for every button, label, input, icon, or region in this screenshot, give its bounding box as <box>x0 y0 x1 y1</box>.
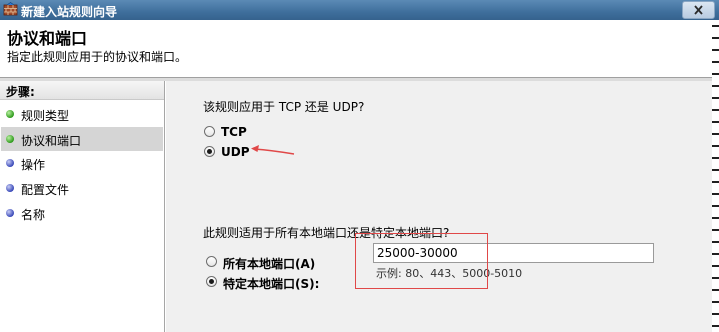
all-ports-radio[interactable] <box>206 256 217 267</box>
step-action[interactable]: 操作 <box>1 151 163 175</box>
page-title: 协议和端口 <box>7 29 88 48</box>
window-title: 新建入站规则向导 <box>21 5 118 19</box>
page-subtitle: 指定此规则应用于的协议和端口。 <box>7 50 188 64</box>
step-rule-type[interactable]: 规则类型 <box>1 102 163 126</box>
step-profile[interactable]: 配置文件 <box>1 176 163 200</box>
step-done-icon <box>6 110 14 118</box>
close-icon <box>694 5 703 15</box>
title-bar: 新建入站规则向导 <box>0 0 719 20</box>
step-label: 配置文件 <box>21 183 70 197</box>
step-pending-icon <box>6 184 14 192</box>
step-name[interactable]: 名称 <box>1 201 163 225</box>
udp-radio[interactable] <box>204 146 215 157</box>
tcp-label: TCP <box>221 125 247 139</box>
udp-label: UDP <box>221 145 250 159</box>
step-label: 名称 <box>21 208 46 222</box>
specific-ports-radio[interactable] <box>206 276 217 287</box>
wizard-content: 该规则应用于 TCP 还是 UDP? TCP UDP 此规则适用于所有本地端口还… <box>166 81 712 332</box>
protocol-question: 该规则应用于 TCP 还是 UDP? <box>203 100 365 114</box>
specific-ports-label: 特定本地端口(S): <box>223 277 320 291</box>
step-pending-icon <box>6 159 14 167</box>
step-pending-icon <box>6 209 14 217</box>
steps-heading: 步骤: <box>0 81 164 100</box>
firewall-app-icon <box>3 2 18 16</box>
step-label: 协议和端口 <box>21 134 82 148</box>
annotation-highlight-box <box>355 233 488 289</box>
all-ports-label: 所有本地端口(A) <box>223 257 316 271</box>
wizard-header: 协议和端口 指定此规则应用于的协议和端口。 <box>0 20 719 78</box>
step-label: 操作 <box>21 158 46 172</box>
tcp-radio[interactable] <box>204 126 215 137</box>
close-button[interactable] <box>682 1 715 19</box>
step-done-icon <box>6 135 14 143</box>
annotation-arrow-icon <box>251 145 295 155</box>
step-label: 规则类型 <box>21 109 70 123</box>
right-edge-artifact <box>712 20 719 332</box>
steps-sidebar: 步骤: 规则类型 协议和端口 操作 配置文件 名称 <box>0 81 165 332</box>
step-protocol-ports[interactable]: 协议和端口 <box>1 127 163 151</box>
